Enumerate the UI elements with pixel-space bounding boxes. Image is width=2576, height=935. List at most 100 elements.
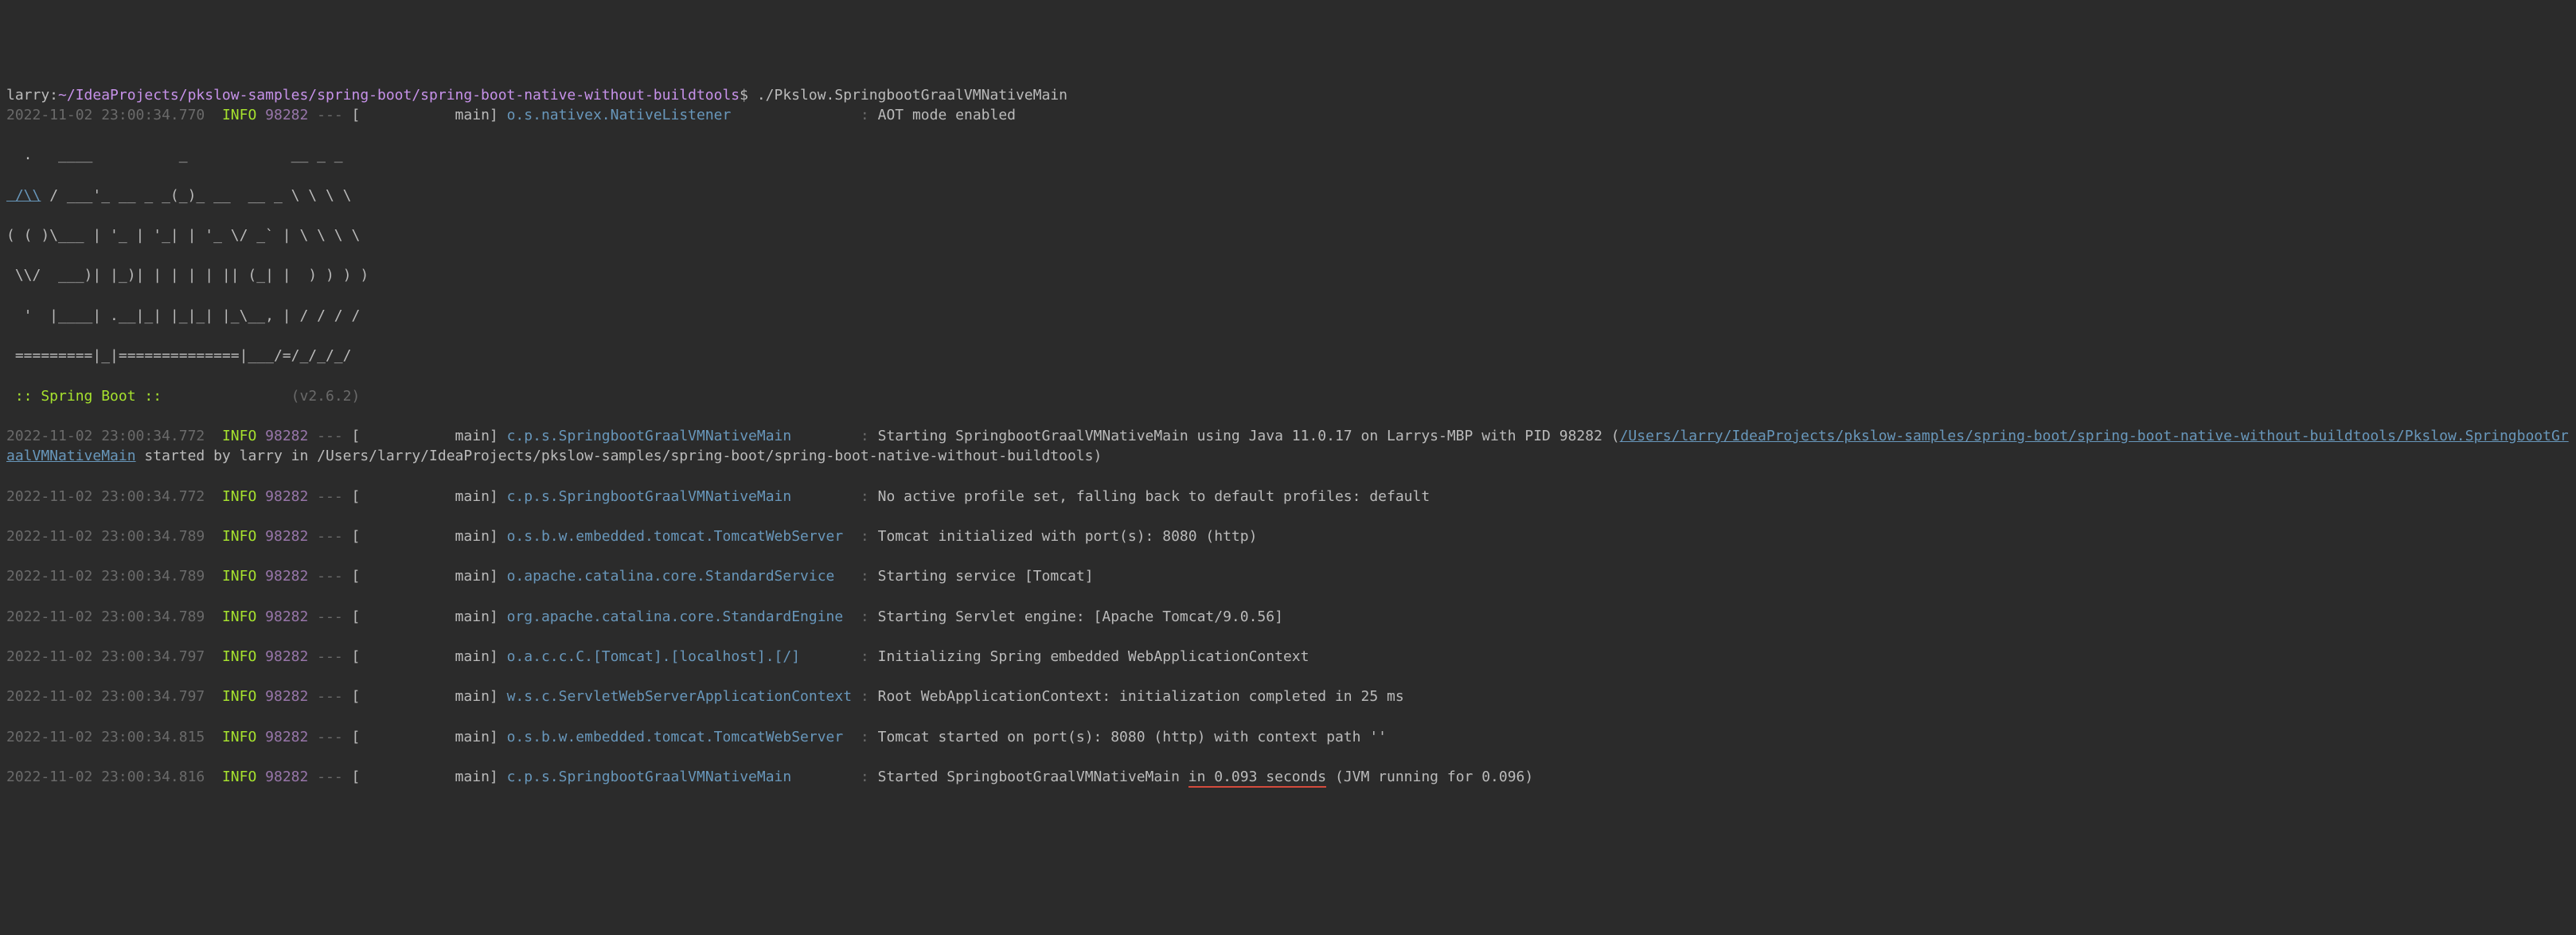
colon: : [861, 488, 869, 505]
colon: : [861, 528, 869, 545]
thread: [ main] [352, 568, 498, 585]
timestamp: 2022-11-02 23:00:34.789 [6, 528, 205, 545]
timestamp: 2022-11-02 23:00:34.770 [6, 107, 205, 123]
pid: 98282 [265, 488, 308, 505]
log-line-7: 2022-11-02 23:00:34.797 INFO 98282 --- [… [6, 687, 2570, 706]
thread: [ main] [352, 769, 498, 785]
log-level: INFO [222, 688, 256, 705]
log-line-6: 2022-11-02 23:00:34.797 INFO 98282 --- [… [6, 647, 2570, 667]
startup-time-highlight: in 0.093 seconds [1188, 769, 1326, 788]
message-post: started by larry in /Users/larry/IdeaPro… [136, 448, 1103, 464]
colon: : [861, 688, 869, 705]
banner-link[interactable]: /\\ [6, 187, 41, 204]
message: Starting service [Tomcat] [878, 568, 1094, 585]
separator: --- [308, 528, 351, 545]
prompt-dollar: $ [740, 87, 748, 104]
message: Starting Servlet engine: [Apache Tomcat/… [878, 608, 1283, 625]
message-post: (JVM running for 0.096) [1326, 769, 1533, 785]
thread: [ main] [352, 528, 498, 545]
log-level: INFO [222, 528, 256, 545]
log-line-9: 2022-11-02 23:00:34.816 INFO 98282 --- [… [6, 767, 2570, 787]
banner-line-2: /\\ / ___'_ __ _ _(_)_ __ __ _ \ \ \ \ [6, 186, 2570, 205]
thread: [ main] [352, 688, 498, 705]
logger: o.a.c.c.C.[Tomcat].[localhost].[/] [507, 648, 852, 665]
log-level: INFO [222, 729, 256, 745]
separator: --- [308, 428, 351, 444]
colon: : [861, 107, 869, 123]
timestamp: 2022-11-02 23:00:34.815 [6, 729, 205, 745]
pid: 98282 [265, 608, 308, 625]
command: ./Pkslow.SpringbootGraalVMNativeMain [748, 87, 1067, 104]
pid: 98282 [265, 648, 308, 665]
pid: 98282 [265, 688, 308, 705]
thread: [ main] [352, 488, 498, 505]
banner-line-3: ( ( )\___ | '_ | '_| | '_ \/ _` | \ \ \ … [6, 225, 2570, 245]
banner-line-4: \\/ ___)| |_)| | | | | || (_| | ) ) ) ) [6, 265, 2570, 285]
logger: o.s.b.w.embedded.tomcat.TomcatWebServer [507, 729, 852, 745]
prompt-path: ~/IdeaProjects/pkslow-samples/spring-boo… [58, 87, 740, 104]
banner-line-6: =========|_|==============|___/=/_/_/_/ [6, 346, 2570, 366]
banner-line-5: ' |____| .__|_| |_|_| |_\__, | / / / / [6, 306, 2570, 326]
banner-spacer [162, 388, 291, 405]
timestamp: 2022-11-02 23:00:34.789 [6, 568, 205, 585]
message: Tomcat started on port(s): 8080 (http) w… [878, 729, 1387, 745]
message: Root WebApplicationContext: initializati… [878, 688, 1404, 705]
log-level: INFO [222, 428, 256, 444]
log-level: INFO [222, 568, 256, 585]
thread: [ main] [352, 648, 498, 665]
separator: --- [308, 488, 351, 505]
pid: 98282 [265, 769, 308, 785]
pid: 98282 [265, 568, 308, 585]
prompt-line: larry:~/IdeaProjects/pkslow-samples/spri… [6, 85, 2570, 105]
colon: : [861, 729, 869, 745]
timestamp: 2022-11-02 23:00:34.797 [6, 688, 205, 705]
logger: o.s.b.w.embedded.tomcat.TomcatWebServer [507, 528, 852, 545]
colon: : [861, 428, 869, 444]
pid: 98282 [265, 107, 308, 123]
message: No active profile set, falling back to d… [878, 488, 1430, 505]
message: Initializing Spring embedded WebApplicat… [878, 648, 1309, 665]
separator: --- [308, 608, 351, 625]
banner-rest: / ___'_ __ _ _(_)_ __ __ _ \ \ \ \ [41, 187, 351, 204]
thread: [ main] [352, 107, 498, 123]
thread: [ main] [352, 729, 498, 745]
timestamp: 2022-11-02 23:00:34.816 [6, 769, 205, 785]
separator: --- [308, 648, 351, 665]
message-pre: Starting SpringbootGraalVMNativeMain usi… [878, 428, 1620, 444]
separator: --- [308, 769, 351, 785]
thread: [ main] [352, 608, 498, 625]
log-line-0: 2022-11-02 23:00:34.770 INFO 98282 --- [… [6, 105, 2570, 125]
pid: 98282 [265, 528, 308, 545]
spring-boot-version: (v2.6.2) [291, 388, 361, 405]
log-line-1: 2022-11-02 23:00:34.772 INFO 98282 --- [… [6, 426, 2570, 466]
logger: c.p.s.SpringbootGraalVMNativeMain [507, 769, 852, 785]
separator: --- [308, 688, 351, 705]
logger: o.s.nativex.NativeListener [507, 107, 852, 123]
timestamp: 2022-11-02 23:00:34.789 [6, 608, 205, 625]
separator: --- [308, 568, 351, 585]
banner-line-1: . ____ _ __ _ _ [6, 145, 2570, 165]
logger: o.apache.catalina.core.StandardService [507, 568, 852, 585]
separator: --- [308, 729, 351, 745]
colon: : [861, 769, 869, 785]
message-pre: Started SpringbootGraalVMNativeMain [878, 769, 1188, 785]
pid: 98282 [265, 428, 308, 444]
banner-footer: :: Spring Boot :: (v2.6.2) [6, 386, 2570, 406]
timestamp: 2022-11-02 23:00:34.797 [6, 648, 205, 665]
timestamp: 2022-11-02 23:00:34.772 [6, 428, 205, 444]
log-line-3: 2022-11-02 23:00:34.789 INFO 98282 --- [… [6, 526, 2570, 546]
prompt-user: larry: [6, 87, 58, 104]
log-level: INFO [222, 608, 256, 625]
colon: : [861, 568, 869, 585]
log-line-8: 2022-11-02 23:00:34.815 INFO 98282 --- [… [6, 727, 2570, 747]
thread: [ main] [352, 428, 498, 444]
log-line-2: 2022-11-02 23:00:34.772 INFO 98282 --- [… [6, 487, 2570, 507]
separator: --- [308, 107, 351, 123]
log-line-5: 2022-11-02 23:00:34.789 INFO 98282 --- [… [6, 607, 2570, 627]
timestamp: 2022-11-02 23:00:34.772 [6, 488, 205, 505]
log-level: INFO [222, 648, 256, 665]
logger: c.p.s.SpringbootGraalVMNativeMain [507, 488, 852, 505]
logger: org.apache.catalina.core.StandardEngine [507, 608, 852, 625]
spring-boot-label: :: Spring Boot :: [6, 388, 162, 405]
pid: 98282 [265, 729, 308, 745]
